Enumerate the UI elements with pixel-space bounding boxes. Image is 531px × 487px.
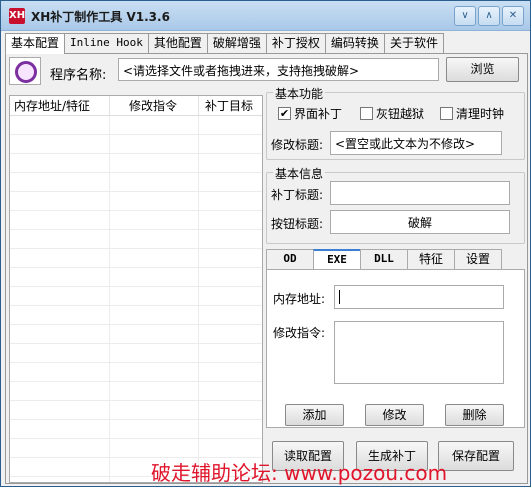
app-window: XH XH补丁制作工具 V1.3.6 ∨ ∧ ✕ 基本配置 Inline Hoo… bbox=[0, 0, 531, 487]
program-path-input[interactable]: <请选择文件或者拖拽进来，支持拖拽破解> bbox=[118, 58, 439, 81]
group-title: 基本功能 bbox=[273, 85, 326, 102]
program-icon bbox=[9, 57, 41, 85]
memory-address-label: 内存地址: bbox=[273, 292, 326, 306]
delete-button[interactable]: 删除 bbox=[445, 404, 504, 426]
subtab-od[interactable]: OD bbox=[266, 249, 314, 269]
button-title-input[interactable]: 破解 bbox=[330, 210, 510, 234]
site-watermark: 破走辅助论坛: www.pozou.com bbox=[151, 461, 448, 485]
subtab-exe[interactable]: EXE bbox=[313, 249, 361, 269]
patch-title-input[interactable] bbox=[330, 181, 510, 205]
close-icon[interactable]: ✕ bbox=[502, 6, 524, 26]
column-header[interactable]: 修改指令 bbox=[110, 96, 199, 115]
checkbox-unchecked-icon bbox=[440, 107, 453, 120]
checkbox-checked-icon: ✔ bbox=[278, 107, 291, 120]
checkbox-clear-clock[interactable]: 清理时钟 bbox=[440, 105, 504, 122]
tab-other-config[interactable]: 其他配置 bbox=[147, 33, 208, 53]
modify-title-label: 修改标题: bbox=[271, 138, 324, 152]
basic-functions-group: 基本功能 ✔ 界面补丁 灰钮越狱 清理时钟 修改标题: <置空或此文本为不修改> bbox=[266, 85, 525, 160]
tab-basic-config[interactable]: 基本配置 bbox=[5, 33, 66, 54]
column-divider bbox=[198, 116, 199, 482]
tab-crack-enhance[interactable]: 破解增强 bbox=[206, 33, 267, 53]
subtab-dll[interactable]: DLL bbox=[360, 249, 408, 269]
exe-panel: 内存地址: 修改指令: 添加 修改 删除 bbox=[266, 269, 525, 428]
column-header[interactable]: 补丁目标 bbox=[199, 96, 262, 115]
group-title: 基本信息 bbox=[273, 165, 326, 182]
modify-title-input[interactable]: <置空或此文本为不修改> bbox=[330, 131, 502, 155]
basic-config-panel: 程序名称: <请选择文件或者拖拽进来，支持拖拽破解> 浏览 内存地址/特征 修改… bbox=[5, 53, 528, 484]
main-tab-bar: 基本配置 Inline Hook 其他配置 破解增强 补丁授权 编码转换 关于软… bbox=[5, 33, 444, 54]
subtab-signature[interactable]: 特征 bbox=[407, 249, 455, 269]
save-config-button[interactable]: 保存配置 bbox=[438, 441, 514, 471]
patch-list[interactable]: 内存地址/特征 修改指令 补丁目标 bbox=[9, 95, 263, 483]
tab-inline-hook[interactable]: Inline Hook bbox=[64, 33, 149, 53]
title-bar[interactable]: XH XH补丁制作工具 V1.3.6 ∨ ∧ ✕ bbox=[1, 1, 530, 31]
window-title: XH补丁制作工具 V1.3.6 bbox=[31, 10, 170, 24]
chevron-down-icon[interactable]: ∨ bbox=[454, 6, 476, 26]
modify-button[interactable]: 修改 bbox=[365, 404, 424, 426]
add-button[interactable]: 添加 bbox=[285, 404, 344, 426]
tab-patch-auth[interactable]: 补丁授权 bbox=[265, 33, 326, 53]
patch-list-header: 内存地址/特征 修改指令 补丁目标 bbox=[10, 96, 262, 116]
column-divider bbox=[109, 116, 110, 482]
checkbox-unchecked-icon bbox=[360, 107, 373, 120]
checkbox-gray-button-jailbreak[interactable]: 灰钮越狱 bbox=[360, 105, 424, 122]
sub-tab-bar: OD EXE DLL 特征 设置 bbox=[266, 249, 502, 269]
memory-address-input[interactable] bbox=[334, 285, 504, 309]
tab-encoding[interactable]: 编码转换 bbox=[324, 33, 385, 53]
basic-info-group: 基本信息 补丁标题: 按钮标题: 破解 bbox=[266, 165, 525, 244]
button-title-label: 按钮标题: bbox=[271, 217, 324, 231]
modify-instruction-label: 修改指令: bbox=[273, 326, 326, 340]
column-header[interactable]: 内存地址/特征 bbox=[10, 96, 110, 115]
checkbox-ui-patch[interactable]: ✔ 界面补丁 bbox=[278, 105, 342, 122]
program-name-label: 程序名称: bbox=[50, 68, 107, 83]
tab-about[interactable]: 关于软件 bbox=[383, 33, 444, 53]
browse-button[interactable]: 浏览 bbox=[446, 57, 519, 82]
patch-list-rows bbox=[10, 116, 262, 482]
window-controls: ∨ ∧ ✕ bbox=[454, 6, 524, 26]
chevron-up-icon[interactable]: ∧ bbox=[478, 6, 500, 26]
modify-instruction-input[interactable] bbox=[334, 321, 504, 384]
app-icon: XH bbox=[9, 8, 25, 24]
subtab-settings[interactable]: 设置 bbox=[454, 249, 502, 269]
text-cursor bbox=[339, 290, 340, 304]
patch-title-label: 补丁标题: bbox=[271, 188, 324, 202]
